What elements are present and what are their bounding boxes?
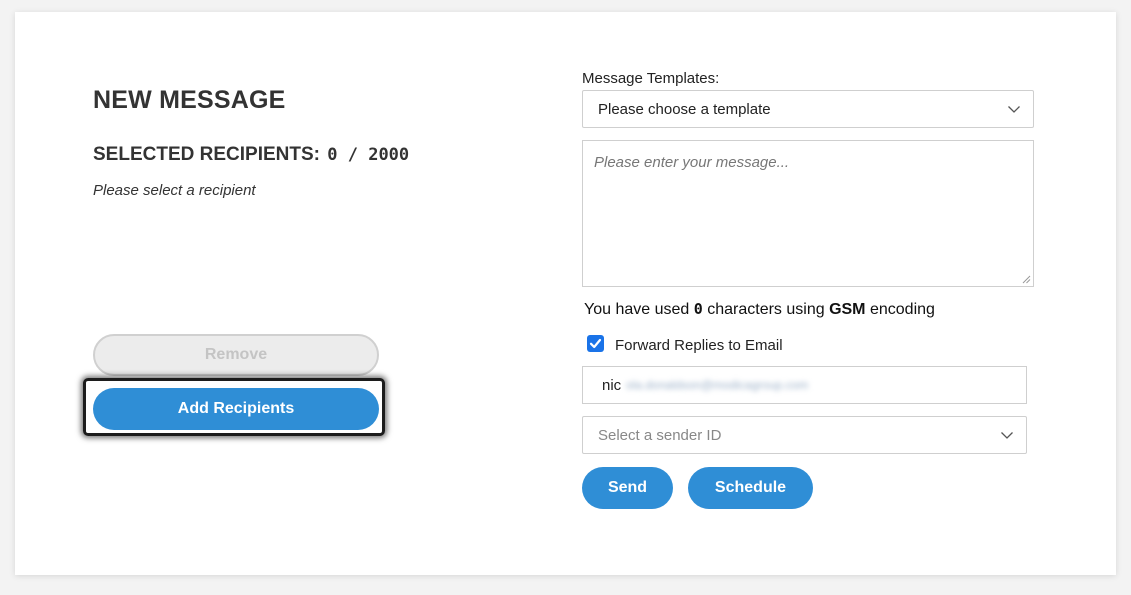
message-template-value: Please choose a template: [598, 101, 771, 118]
recipients-empty-note: Please select a recipient: [93, 182, 256, 199]
message-placeholder: Please enter your message...: [594, 154, 790, 171]
sender-id-placeholder: Select a sender ID: [598, 427, 722, 444]
message-templates-label: Message Templates:: [582, 70, 720, 87]
selected-recipients-heading: SELECTED RECIPIENTS: 0 / 2000: [93, 144, 409, 166]
forward-replies-label: Forward Replies to Email: [615, 337, 783, 354]
char-count-suffix: encoding: [869, 301, 935, 318]
encoding-name: GSM: [829, 301, 866, 318]
char-count-prefix: You have used: [584, 301, 690, 318]
chevron-down-icon: [1008, 106, 1020, 113]
selected-recipients-count: 0 / 2000: [327, 145, 410, 165]
resize-grip-icon[interactable]: [1022, 275, 1031, 284]
character-count-line: You have used 0 characters using GSM enc…: [584, 300, 935, 319]
schedule-button[interactable]: Schedule: [688, 467, 813, 509]
send-button[interactable]: Send: [582, 467, 673, 509]
page-title: NEW MESSAGE: [93, 86, 286, 114]
message-template-select[interactable]: Please choose a template: [582, 90, 1034, 128]
message-textarea[interactable]: Please enter your message...: [582, 140, 1034, 287]
char-count-middle: characters using: [707, 301, 825, 318]
char-count-value: 0: [693, 300, 703, 318]
chevron-down-icon: [1001, 432, 1013, 439]
sender-id-select[interactable]: Select a sender ID: [582, 416, 1027, 454]
email-redacted-text: ola.donaldson@modicagroup.com: [626, 378, 809, 392]
email-visible-text: nic: [602, 377, 622, 394]
checkmark-icon: [589, 338, 602, 349]
message-panel: Message Templates: Please choose a templ…: [582, 12, 1042, 575]
forward-replies-checkbox[interactable]: [587, 335, 604, 352]
new-message-card: NEW MESSAGE SELECTED RECIPIENTS: 0 / 200…: [15, 12, 1116, 575]
forward-email-field[interactable]: nic ola.donaldson@modicagroup.com: [582, 366, 1027, 404]
recipients-panel: NEW MESSAGE SELECTED RECIPIENTS: 0 / 200…: [83, 12, 433, 575]
add-recipients-button[interactable]: Add Recipients: [93, 388, 379, 430]
remove-button[interactable]: Remove: [93, 334, 379, 376]
selected-recipients-label: SELECTED RECIPIENTS:: [93, 144, 320, 165]
